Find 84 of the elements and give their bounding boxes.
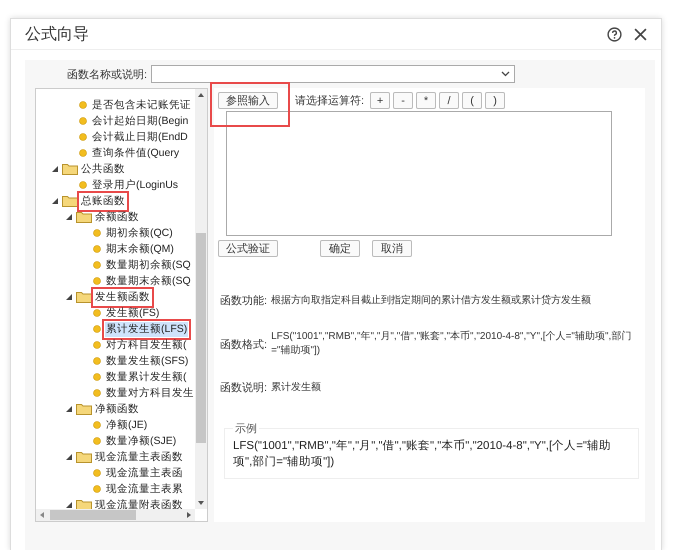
action-button[interactable]: 公式验证 [218,240,278,257]
dot-icon [93,389,101,397]
info-label: 函数说明: [220,381,268,395]
tree-item[interactable]: 净额函数 [94,402,140,416]
tree-item[interactable]: 数量累计发生额( [105,370,188,384]
tree-item[interactable]: 发生额函数 [94,290,151,304]
action-button[interactable]: 取消 [372,240,412,257]
info-label: 函数格式: [220,338,268,352]
dot-icon [79,133,87,141]
operator-button[interactable]: ( [462,92,482,109]
expanded-triangle-icon[interactable] [66,406,72,412]
dot-icon [93,245,101,253]
tree-item[interactable]: 期初余额(QC) [105,226,174,240]
info-value: 累计发生额 [271,380,322,394]
folder-icon [76,211,92,223]
tree-item[interactable]: 现金流量主表函 [105,466,184,480]
dot-icon [93,277,101,285]
tree-item[interactable]: 登录用户(LoginUs [91,178,180,192]
dot-icon [93,421,101,429]
tree-item[interactable]: 现金流量主表累 [105,482,184,496]
expanded-triangle-icon[interactable] [66,454,72,460]
expanded-triangle-icon[interactable] [66,214,72,220]
tree-item[interactable]: 余额函数 [94,210,140,224]
expanded-triangle-icon[interactable] [66,294,72,300]
info-value: LFS("1001","RMB","年","月","借","账套","本币","2010-4-8","Y",[个人="辅助项",部门="辅助项"]) [271,330,632,358]
folder-icon [62,163,78,175]
expanded-triangle-icon[interactable] [52,166,58,172]
tree-item[interactable]: 净额(JE) [105,418,148,432]
dot-icon [93,357,101,365]
dot-icon [93,261,101,269]
operator-button[interactable]: + [370,92,390,109]
operator-button[interactable]: * [416,92,436,109]
folder-icon [62,195,78,207]
tree-item[interactable]: 是否包含未记账凭证 [91,98,192,112]
folder-icon [76,403,92,415]
dot-icon [93,309,101,317]
example-text: LFS("1001","RMB","年","月","借","账套","本币","2010-4-8","Y",[个人="辅助项",部门="辅助项"]) [233,438,612,470]
info-value: 根据方向取指定科目截止到指定期间的累计借方发生额或累计贷方发生额 [271,294,592,308]
info-label: 函数功能: [220,294,268,308]
tree-item[interactable]: 会计起始日期(Begin [91,114,190,128]
dot-icon [93,341,101,349]
vertical-scrollbar[interactable] [195,89,207,509]
dot-icon [93,325,101,333]
operator-label: 请选择运算符: [295,94,364,108]
tree-item[interactable]: 查询条件值(Query [91,146,180,160]
expanded-triangle-icon[interactable] [66,502,72,508]
search-label: 函数名称或说明: [67,68,148,82]
tree-item[interactable]: 发生额(FS) [105,306,160,320]
dot-icon [93,373,101,381]
tree-item[interactable]: 对方科目发生额( [105,338,188,352]
tree-item[interactable]: 数量发生额(SFS) [105,354,190,368]
help-icon[interactable] [605,25,623,43]
dot-icon [93,485,101,493]
tree-item[interactable]: 现金流量主表函数 [94,450,184,464]
example-legend: 示例 [233,421,259,436]
tree-item[interactable]: 数量期末余额(SQ [105,274,192,288]
dot-icon [93,229,101,237]
tree-item[interactable]: 累计发生额(LFS) [105,322,188,336]
dot-icon [79,101,87,109]
window-title: 公式向导 [25,24,90,44]
tree-item[interactable]: 会计截止日期(EndD [91,130,189,144]
operator-button[interactable]: / [439,92,460,109]
formula-input[interactable] [226,111,612,236]
tree-item[interactable]: 数量对方科目发生 [105,386,195,400]
operator-button[interactable]: ) [485,92,506,109]
folder-icon [76,291,92,303]
tree-item[interactable]: 期末余额(QM) [105,242,175,256]
tree-item[interactable]: 数量净额(SJE) [105,434,178,448]
reference-input-button[interactable]: 参照输入 [218,92,278,109]
action-button[interactable]: 确定 [320,240,360,257]
tree-item[interactable]: 数量期初余额(SQ [105,258,192,272]
operator-button[interactable]: - [393,92,414,109]
expanded-triangle-icon[interactable] [52,198,58,204]
tree-item[interactable]: 公共函数 [80,162,126,176]
dot-icon [79,117,87,125]
dot-icon [79,181,87,189]
dot-icon [93,437,101,445]
folder-icon [76,451,92,463]
chevron-down-icon [501,71,510,77]
tree-item[interactable]: 现金流量附表函数 [94,498,184,509]
tree-item[interactable]: 总账函数 [80,194,126,208]
dot-icon [79,149,87,157]
dot-icon [93,469,101,477]
horizontal-scrollbar[interactable] [36,509,195,521]
